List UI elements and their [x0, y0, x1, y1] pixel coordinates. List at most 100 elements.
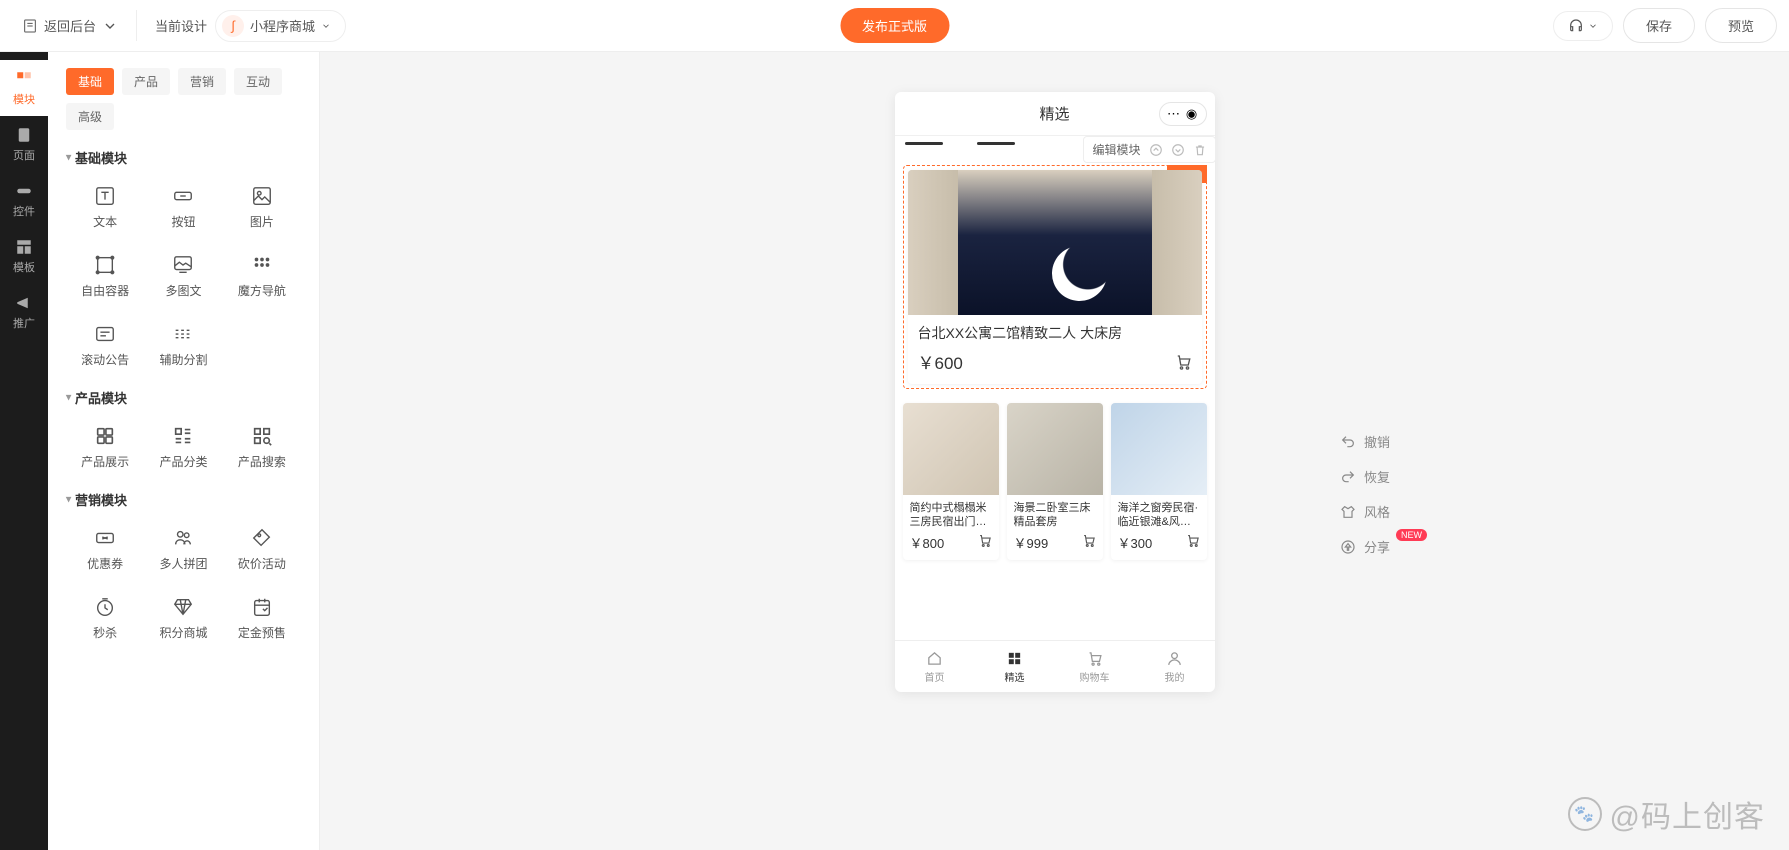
tab-cart[interactable]: 购物车: [1055, 641, 1135, 692]
tab-home[interactable]: 首页: [895, 641, 975, 692]
save-button[interactable]: 保存: [1623, 8, 1695, 43]
module-presale[interactable]: 定金预售: [223, 590, 301, 647]
design-label: 当前设计: [155, 16, 207, 35]
user-icon: [1166, 650, 1183, 667]
publish-button[interactable]: 发布正式版: [840, 8, 949, 43]
module-marquee[interactable]: 滚动公告: [66, 317, 144, 374]
cart-icon[interactable]: [1081, 533, 1096, 548]
basic-grid: 文本 按钮 图片 自由容器 多图文 魔方导航 滚动公告 辅助分割: [66, 179, 301, 374]
edit-module-label: 编辑模块: [1092, 141, 1140, 158]
featured-card[interactable]: 台北XX公寓二馆精致二人 大床房 ￥600: [908, 170, 1202, 384]
watermark: 🐾 @码上创客: [1568, 792, 1765, 836]
edit-module-bar: 编辑模块: [1083, 136, 1215, 163]
redo-button[interactable]: 恢复: [1340, 467, 1390, 486]
tab-basic[interactable]: 基础: [66, 68, 114, 95]
paw-icon: 🐾: [1568, 797, 1602, 831]
megaphone-icon: [15, 294, 33, 312]
nav-modules[interactable]: 模块: [0, 60, 48, 116]
support-button[interactable]: [1553, 11, 1613, 41]
tab-mine[interactable]: 我的: [1135, 641, 1215, 692]
page-icon: [22, 18, 38, 34]
more-icon: ⋯: [1166, 106, 1182, 122]
text-icon: [94, 185, 116, 207]
module-groupbuy[interactable]: 多人拼团: [144, 521, 222, 578]
module-text[interactable]: 文本: [66, 179, 144, 236]
nav-pages[interactable]: 页面: [0, 116, 48, 172]
product-grid: 产品展示 产品分类 产品搜索: [66, 419, 301, 476]
image-icon: [251, 185, 273, 207]
phone-preview: 精选 ⋯ ◉ 编辑模块 ✎ ✕: [895, 92, 1215, 692]
diamond-icon: [172, 596, 194, 618]
shirt-icon: [1340, 504, 1356, 520]
app-name: 小程序商城: [250, 16, 315, 35]
app-selector[interactable]: ∫ 小程序商城: [215, 10, 346, 42]
featured-title: 台北XX公寓二馆精致二人 大床房: [918, 323, 1192, 343]
capsule-buttons[interactable]: ⋯ ◉: [1159, 102, 1207, 126]
canvas: 精选 ⋯ ◉ 编辑模块 ✎ ✕: [320, 52, 1789, 850]
module-button[interactable]: 按钮: [144, 179, 222, 236]
delete-icon[interactable]: [1193, 143, 1207, 157]
preview-button[interactable]: 预览: [1705, 8, 1777, 43]
section-marketing-title: 营销模块: [66, 490, 301, 509]
phone-body: ✎ ✕ 台北XX公寓二馆精致二人 大床房 ￥600: [895, 145, 1215, 640]
module-coupon[interactable]: 优惠券: [66, 521, 144, 578]
tab-product[interactable]: 产品: [122, 68, 170, 95]
bargain-icon: [251, 527, 273, 549]
module-product-display[interactable]: 产品展示: [66, 419, 144, 476]
multigraphic-icon: [172, 254, 194, 276]
new-badge: NEW: [1396, 529, 1427, 541]
nav-templates[interactable]: 模板: [0, 228, 48, 284]
product-image: [1111, 403, 1207, 495]
modules-icon: [15, 70, 33, 88]
module-image[interactable]: 图片: [223, 179, 301, 236]
module-flashsale[interactable]: 秒杀: [66, 590, 144, 647]
module-product-search[interactable]: 产品搜索: [223, 419, 301, 476]
cart-icon[interactable]: [1174, 353, 1192, 371]
module-divider[interactable]: 辅助分割: [144, 317, 222, 374]
tab-featured[interactable]: 精选: [975, 641, 1055, 692]
nav-promotion[interactable]: 推广: [0, 284, 48, 340]
announcement-icon: [94, 323, 116, 345]
move-up-icon[interactable]: [1149, 143, 1163, 157]
section-product-title: 产品模块: [66, 388, 301, 407]
module-freecontainer[interactable]: 自由容器: [66, 248, 144, 305]
module-multigraphic[interactable]: 多图文: [144, 248, 222, 305]
undo-button[interactable]: 撤销: [1340, 432, 1390, 451]
marketing-grid: 优惠券 多人拼团 砍价活动 秒杀 积分商城 定金预售: [66, 521, 301, 647]
target-icon: ◉: [1184, 106, 1200, 122]
back-button[interactable]: 返回后台: [12, 10, 137, 41]
tab-marketing[interactable]: 营销: [178, 68, 226, 95]
home-icon: [926, 650, 943, 667]
display-icon: [94, 425, 116, 447]
chevron-down-icon: [321, 21, 331, 31]
page-icon: [15, 126, 33, 144]
move-down-icon[interactable]: [1171, 143, 1185, 157]
cart-icon[interactable]: [977, 533, 992, 548]
selected-module[interactable]: ✎ ✕ 台北XX公寓二馆精致二人 大床房 ￥600: [903, 165, 1207, 389]
cart-icon[interactable]: [1185, 533, 1200, 548]
style-button[interactable]: 风格: [1340, 502, 1390, 521]
cart-icon: [1086, 650, 1103, 667]
button-icon: [172, 185, 194, 207]
category-icon: [172, 425, 194, 447]
module-cubenav[interactable]: 魔方导航: [223, 248, 301, 305]
product-row: 简约中式榻榻米三房民宿出门… ￥800 海景二卧室三床精品套房 ￥999 海洋之…: [903, 403, 1207, 560]
module-points[interactable]: 积分商城: [144, 590, 222, 647]
miniprogram-icon: ∫: [222, 15, 244, 37]
module-panel: 基础 产品 营销 互动 高级 基础模块 文本 按钮 图片 自由容器 多图文 魔方…: [48, 52, 320, 850]
topbar: 返回后台 当前设计 ∫ 小程序商城 发布正式版 保存 预览: [0, 0, 1789, 52]
featured-price: ￥600: [918, 349, 963, 374]
product-card[interactable]: 海景二卧室三床精品套房 ￥999: [1007, 403, 1103, 560]
clock-icon: [94, 596, 116, 618]
share-button[interactable]: 分享NEW: [1340, 537, 1390, 556]
tab-interact[interactable]: 互动: [234, 68, 282, 95]
template-icon: [15, 238, 33, 256]
module-bargain[interactable]: 砍价活动: [223, 521, 301, 578]
tab-advanced[interactable]: 高级: [66, 103, 114, 130]
nav-controls[interactable]: 控件: [0, 172, 48, 228]
product-card[interactable]: 简约中式榻榻米三房民宿出门… ￥800: [903, 403, 999, 560]
module-product-category[interactable]: 产品分类: [144, 419, 222, 476]
phone-title: 精选: [1039, 103, 1069, 124]
product-card[interactable]: 海洋之窗旁民宿·临近银滩&风… ￥300: [1111, 403, 1207, 560]
redo-icon: [1340, 469, 1356, 485]
